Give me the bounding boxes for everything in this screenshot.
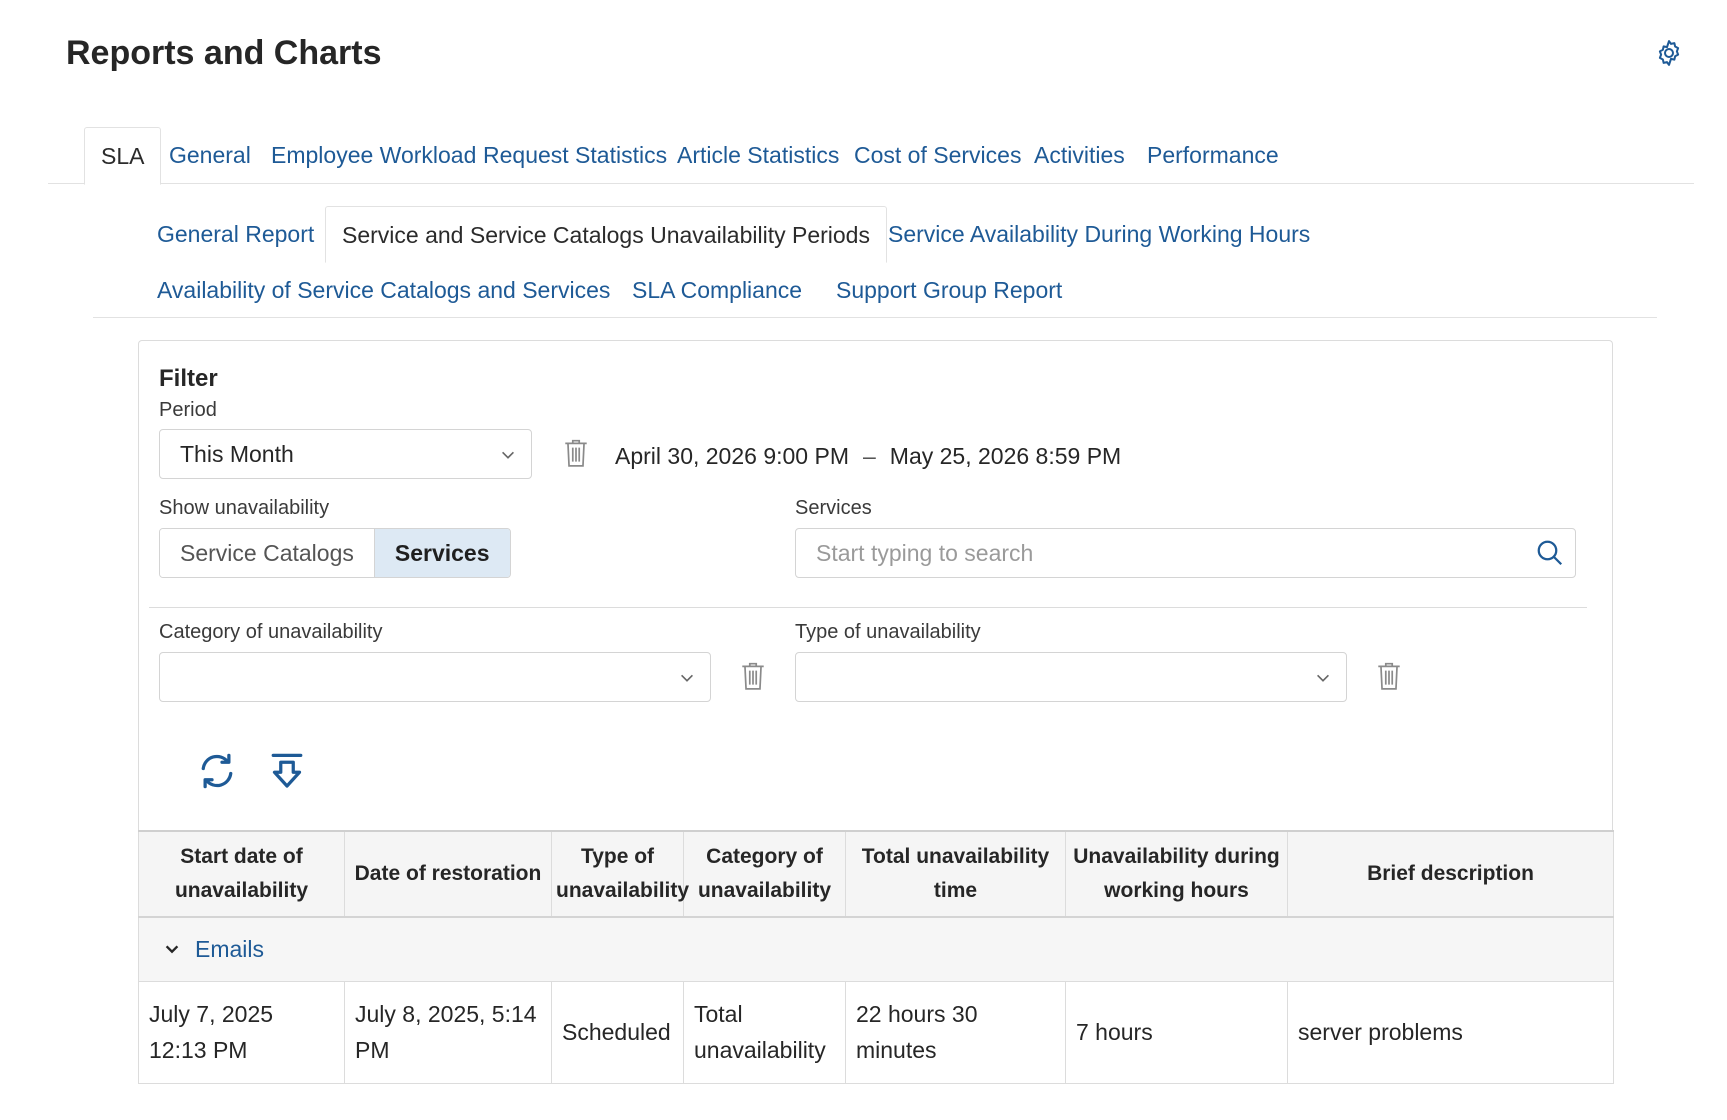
column-header[interactable]: Start date of unavailability <box>138 830 345 918</box>
cell-start-date: July 7, 2025 12:13 PM <box>138 980 345 1084</box>
period-range-end: May 25, 2026 8:59 PM <box>889 443 1122 469</box>
download-icon[interactable] <box>267 751 307 791</box>
show-unavailability-toggle: Service Catalogs Services <box>159 528 511 578</box>
type-select[interactable] <box>795 652 1347 702</box>
table-header-row: Start date of unavailability Date of res… <box>138 830 1614 918</box>
tab-activities[interactable]: Activities <box>1034 127 1125 184</box>
tab-employee-workload[interactable]: Employee Workload <box>271 127 476 184</box>
subtab-availability-catalogs-services[interactable]: Availability of Service Catalogs and Ser… <box>157 262 610 318</box>
group-row: Emails <box>138 916 1614 982</box>
column-header[interactable]: Type of unavailability <box>551 830 689 918</box>
subtab-general-report[interactable]: General Report <box>157 206 314 262</box>
group-name: Emails <box>195 935 265 962</box>
type-label: Type of unavailability <box>795 621 981 643</box>
tab-performance[interactable]: Performance <box>1147 127 1279 184</box>
filter-title: Filter <box>159 365 218 392</box>
gear-icon[interactable] <box>1654 38 1684 68</box>
column-header[interactable]: Unavailability during working hours <box>1065 830 1288 918</box>
chevron-down-icon <box>681 674 693 682</box>
chevron-down-icon <box>165 945 179 954</box>
period-range-start: April 30, 2026 9:00 PM <box>615 443 849 469</box>
filter-divider <box>149 607 1587 608</box>
tab-cost-of-services[interactable]: Cost of Services <box>854 127 1021 184</box>
tab-general[interactable]: General <box>169 127 251 184</box>
toggle-services[interactable]: Services <box>373 529 510 577</box>
cell-type: Scheduled <box>551 980 684 1084</box>
period-select[interactable]: This Month <box>159 429 532 479</box>
subtab-sla-compliance[interactable]: SLA Compliance <box>632 262 802 318</box>
cell-restoration-date: July 8, 2025, 5:14 PM <box>344 980 552 1084</box>
main-tabs: SLA General Employee Workload Request St… <box>48 127 1694 185</box>
category-label: Category of unavailability <box>159 621 383 643</box>
cell-working-hours: 7 hours <box>1065 980 1288 1084</box>
column-header[interactable]: Category of unavailability <box>683 830 846 918</box>
services-label: Services <box>795 497 872 519</box>
services-search-input[interactable] <box>796 529 1516 577</box>
cell-total-time: 22 hours 30 minutes <box>845 980 1066 1084</box>
refresh-icon[interactable] <box>197 751 237 791</box>
period-range-separator: – <box>862 443 876 469</box>
period-label: Period <box>159 399 217 421</box>
page-title: Reports and Charts <box>66 34 382 72</box>
tab-sla[interactable]: SLA <box>84 127 162 185</box>
column-header[interactable]: Total unavailability time <box>845 830 1066 918</box>
tab-article-statistics[interactable]: Article Statistics <box>677 127 839 184</box>
subtab-availability-working-hours[interactable]: Service Availability During Working Hour… <box>888 206 1310 262</box>
chevron-down-icon <box>1317 674 1329 682</box>
subtab-support-group-report[interactable]: Support Group Report <box>836 262 1062 318</box>
table-row[interactable]: July 7, 2025 12:13 PM July 8, 2025, 5:14… <box>138 980 1614 1084</box>
sub-tabs: General Report Service and Service Catal… <box>93 206 1657 318</box>
search-icon[interactable] <box>1535 538 1565 568</box>
filter-panel: Filter Period This Month April 30, 2026 … <box>138 340 1613 830</box>
period-value: This Month <box>180 441 294 467</box>
subtab-unavailability-periods[interactable]: Service and Service Catalogs Unavailabil… <box>325 206 887 263</box>
chevron-down-icon <box>502 451 514 459</box>
tab-request-statistics[interactable]: Request Statistics <box>483 127 667 184</box>
cell-description: server problems <box>1287 980 1614 1084</box>
trash-icon[interactable] <box>740 661 766 691</box>
toggle-service-catalogs[interactable]: Service Catalogs <box>160 529 374 577</box>
period-range: April 30, 2026 9:00 PM – May 25, 2026 8:59… <box>615 443 1121 470</box>
column-header[interactable]: Brief description <box>1287 830 1614 918</box>
group-cell: Emails <box>138 916 1614 982</box>
category-select[interactable] <box>159 652 711 702</box>
services-search-box <box>795 528 1576 578</box>
show-unavailability-label: Show unavailability <box>159 497 330 519</box>
report-table: Start date of unavailability Date of res… <box>138 830 1614 1084</box>
column-header[interactable]: Date of restoration <box>344 830 552 918</box>
trash-icon[interactable] <box>563 438 589 468</box>
group-toggle[interactable]: Emails <box>163 931 264 967</box>
trash-icon[interactable] <box>1376 661 1402 691</box>
cell-category: Total unavailability <box>683 980 846 1084</box>
